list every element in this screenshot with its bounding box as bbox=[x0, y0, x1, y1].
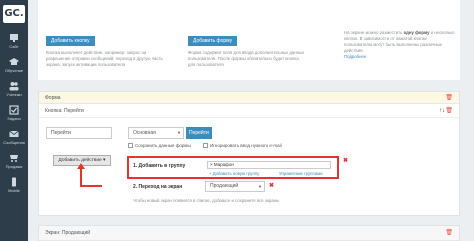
add-form-block: Добавить форму Форма содержит поля для в… bbox=[188, 36, 306, 68]
sidebar-item-sales[interactable]: Продажи bbox=[0, 149, 28, 173]
form-section-title: Форма bbox=[45, 95, 61, 101]
top-card: Добавить кнопку Кнопка выполняет действи… bbox=[38, 0, 460, 80]
mobile-icon bbox=[12, 177, 16, 187]
manage-groups-link[interactable]: Управление группами bbox=[279, 171, 323, 176]
checkbox-label: Игнорировать ввод нужного e-mail bbox=[210, 143, 282, 148]
save-form-data-checkbox[interactable]: Сохранить данные формы bbox=[128, 143, 191, 148]
checkbox-label: Сохранить данные формы bbox=[135, 143, 191, 148]
shopping-cart-icon bbox=[10, 155, 18, 162]
sidebar-item-label: Задачи bbox=[7, 116, 21, 121]
add-form-button[interactable]: Добавить форму bbox=[188, 36, 238, 46]
add-new-group-link[interactable]: + Добавить новую группу bbox=[209, 171, 259, 176]
screen-section: Экран: Продающий 🗑 bbox=[38, 225, 460, 241]
button-style-select[interactable]: Основная ▼ bbox=[128, 127, 184, 139]
sidebar-item-tasks[interactable]: Задачи bbox=[0, 101, 28, 125]
chevron-down-icon: ▼ bbox=[258, 184, 262, 189]
sidebar-item-learning[interactable]: Обучение bbox=[0, 53, 28, 77]
remove-action-icon[interactable]: ✖ bbox=[269, 182, 274, 189]
help-text-bold: одну форму bbox=[403, 30, 430, 35]
remove-action-icon[interactable]: ✖ bbox=[343, 157, 348, 164]
screen-section-title: Экран: Продающий bbox=[45, 230, 91, 236]
sidebar-item-label: Сообщения bbox=[3, 140, 25, 145]
help-text: На экране можно разместить одну форму и … bbox=[344, 30, 456, 60]
action-add-to-group: 1. Добавить в группу × Марафон + Добавит… bbox=[127, 156, 339, 179]
sidebar-item-messages[interactable]: Сообщения bbox=[0, 125, 28, 149]
red-arrow-annotation bbox=[77, 163, 102, 187]
sidebar-item-label: Mobile bbox=[8, 188, 20, 193]
checkbox-box[interactable] bbox=[128, 143, 133, 148]
add-form-description: Форма содержит поля для ввода дополнител… bbox=[188, 50, 305, 67]
add-button-block: Добавить кнопку Кнопка выполняет действи… bbox=[46, 36, 164, 68]
target-screen-value: Продающий bbox=[210, 183, 239, 189]
envelope-icon bbox=[9, 130, 19, 137]
target-screen-select[interactable]: Продающий ▼ bbox=[205, 181, 265, 192]
graduation-cap-icon bbox=[9, 58, 19, 65]
ignore-email-checkbox[interactable]: Игнорировать ввод нужного e-mail bbox=[203, 143, 282, 148]
sidebar-item-label: Ученики bbox=[6, 92, 22, 97]
sidebar-item-label: Продажи bbox=[5, 164, 23, 169]
sidebar-item-mobile[interactable]: Mobile bbox=[0, 173, 28, 197]
sidebar-item-label: Обучение bbox=[4, 68, 24, 73]
trash-icon[interactable]: 🗑 bbox=[445, 104, 453, 118]
button-style-value: Основная bbox=[133, 130, 156, 136]
sidebar-item-site[interactable]: Сайт bbox=[0, 29, 28, 53]
checkbox-box[interactable] bbox=[203, 143, 208, 148]
group-tag-input[interactable]: × Марафон bbox=[207, 161, 331, 169]
trash-icon[interactable]: 🗑 bbox=[445, 92, 453, 104]
button-subheader: Кнопка: Перейти ↑↓ 🗑 bbox=[39, 104, 459, 118]
sidebar-item-label: Сайт bbox=[9, 44, 19, 49]
logo[interactable]: GC. bbox=[3, 5, 25, 23]
monitor-icon bbox=[10, 34, 18, 42]
users-icon bbox=[9, 82, 19, 91]
action2-title: 2. Переход на экран bbox=[133, 184, 183, 190]
screen-note: Чтобы новый экран появился в списке, доб… bbox=[133, 198, 280, 203]
chevron-down-icon: ▼ bbox=[177, 130, 181, 135]
button-title: Кнопка: Перейти bbox=[45, 108, 84, 114]
sidebar: GC. Сайт Обучение Ученики Задачи Сообщен… bbox=[0, 0, 28, 241]
sidebar-item-students[interactable]: Ученики bbox=[0, 77, 28, 101]
main-content: Добавить кнопку Кнопка выполняет действи… bbox=[28, 0, 474, 241]
action1-title: 1. Добавить в группу bbox=[133, 163, 186, 169]
go-button[interactable]: Перейти bbox=[186, 127, 212, 139]
more-link[interactable]: Подробнее bbox=[344, 54, 456, 60]
button-text-input[interactable]: Перейти bbox=[46, 127, 112, 139]
screen-section-header: Экран: Продающий 🗑 bbox=[39, 226, 459, 241]
add-button-description: Кнопка выполняет действие, например: зап… bbox=[46, 50, 163, 67]
help-text-pre: На экране можно разместить bbox=[344, 30, 404, 35]
form-section-header: Форма 🗑 bbox=[39, 92, 459, 104]
trash-icon[interactable]: 🗑 bbox=[445, 226, 453, 241]
add-button-button[interactable]: Добавить кнопку bbox=[46, 36, 95, 46]
tasks-icon bbox=[9, 105, 19, 115]
reorder-arrows-icon[interactable]: ↑↓ bbox=[439, 104, 445, 118]
